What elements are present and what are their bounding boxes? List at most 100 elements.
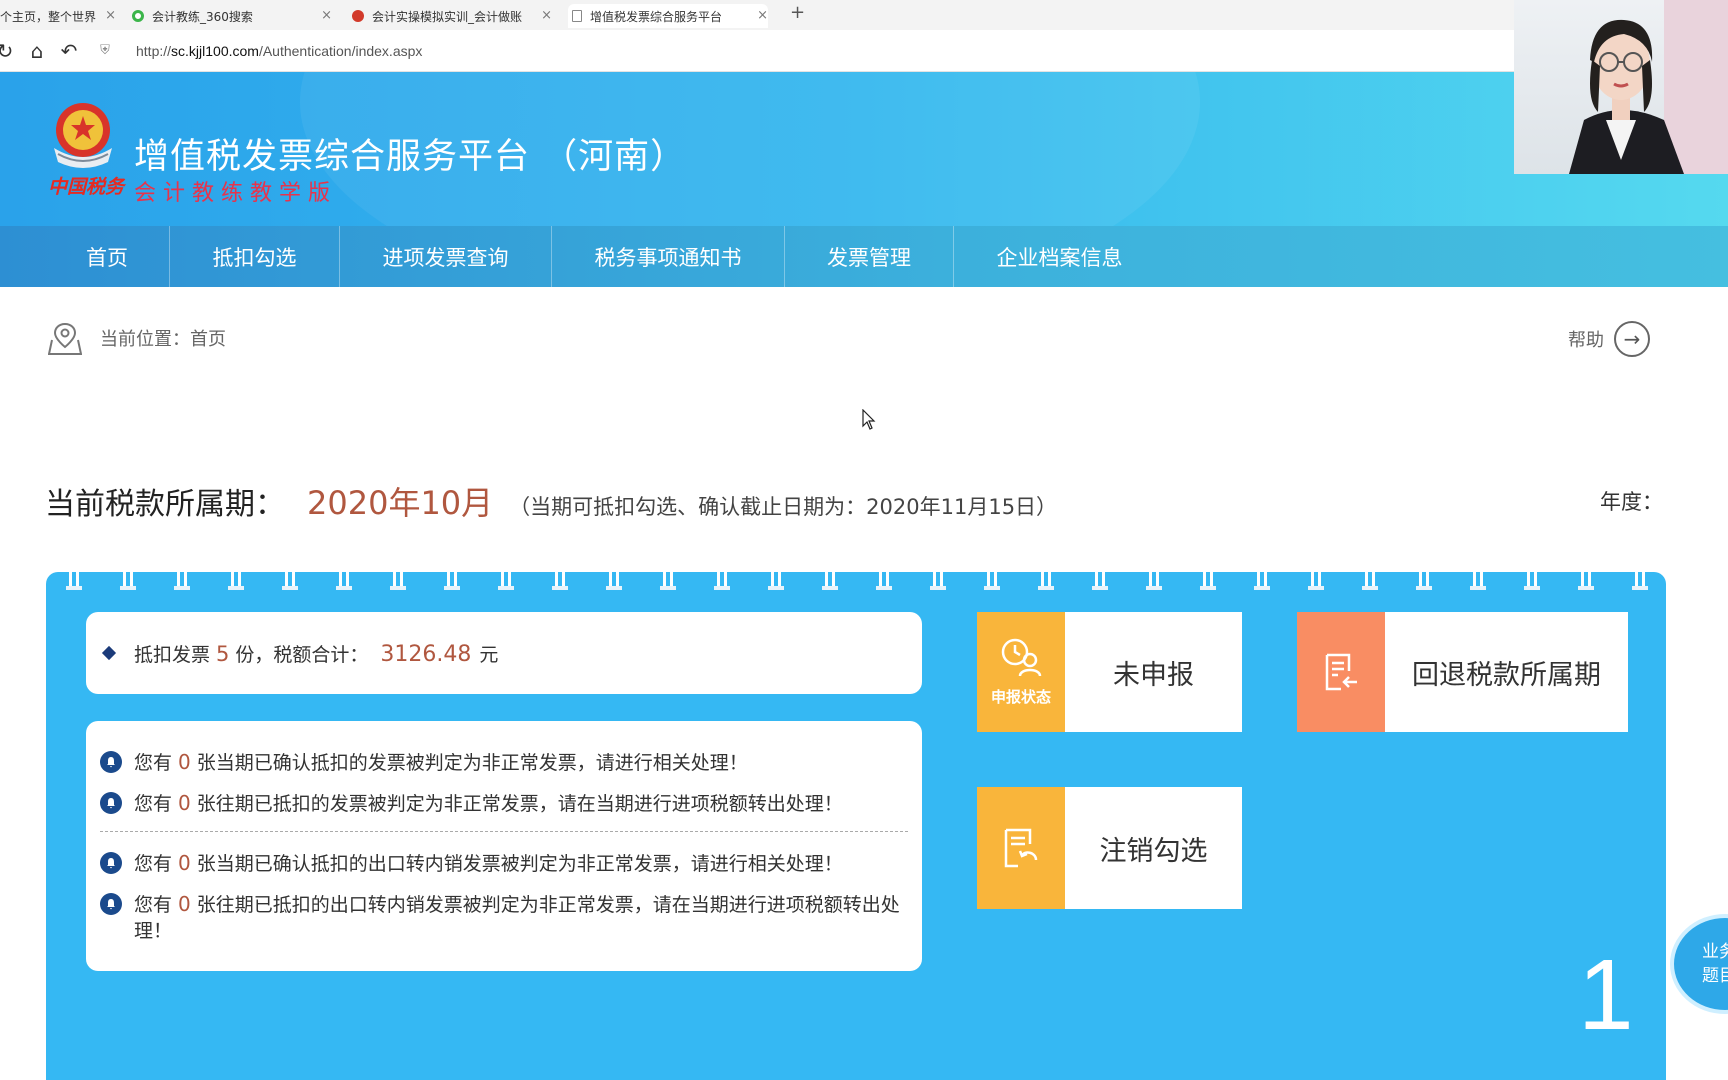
notice-prefix: 您有	[134, 752, 173, 774]
notice-item: 您有 0 张往期已抵扣的出口转内销发票被判定为非正常发票，请在当期进行进项税额转出处…	[100, 891, 908, 944]
user-clock-icon	[1001, 638, 1042, 676]
binder-ring	[444, 572, 460, 590]
binder-ring	[1578, 572, 1594, 590]
close-icon[interactable]: ×	[105, 8, 116, 23]
bell-icon	[100, 893, 122, 915]
close-icon[interactable]: ×	[757, 8, 768, 23]
binder-ring	[1308, 572, 1324, 590]
url-path: /Authentication/index.aspx	[258, 42, 423, 59]
tab-title: 会计教练_360搜索	[152, 9, 253, 24]
tab-title: 增值税发票综合服务平台	[590, 9, 723, 24]
page-icon	[572, 10, 582, 22]
binder-ring	[1524, 572, 1540, 590]
status-side: 申报状态	[977, 612, 1065, 732]
notice-count: 0	[178, 791, 191, 815]
nav-item-invoice-management[interactable]: 发票管理	[785, 226, 954, 287]
document-return-icon	[1325, 653, 1357, 691]
new-tab-icon[interactable]: +	[790, 2, 805, 23]
tax-period: 当前税款所属期： 2020年10月 （当期可抵扣勾选、确认截止日期为：2020年…	[45, 478, 1057, 524]
url-scheme: http://	[136, 42, 172, 59]
browser-tab-active[interactable]: 增值税发票综合服务平台 ×	[568, 4, 768, 28]
declaration-status-tile[interactable]: 申报状态 未申报	[977, 612, 1242, 732]
notice-body: 张往期已抵扣的出口转内销发票被判定为非正常发票，请在当期进行进项税额转出处理！	[134, 894, 900, 942]
bell-icon	[100, 792, 122, 814]
rollback-period-button[interactable]: 回退税款所属期	[1297, 612, 1628, 732]
bell-icon	[100, 751, 122, 773]
cancel-selection-button[interactable]: 注销勾选	[977, 787, 1242, 909]
tab-title: 会计实操模拟实训_会计做账	[372, 9, 523, 24]
nav-item-home[interactable]: 首页	[45, 226, 170, 287]
notice-count: 0	[178, 892, 191, 916]
site-banner: 中国税务 增值税发票综合服务平台 （河南） 会计教练教学版	[0, 72, 1728, 226]
browser-tab[interactable]: 会计教练_360搜索 ×	[132, 4, 332, 28]
close-icon[interactable]: ×	[321, 8, 332, 23]
period-value: 2020年10月	[307, 484, 494, 522]
url-field[interactable]: http://sc.kjjl100.com/Authentication/ind…	[136, 43, 422, 59]
location-map-icon	[48, 322, 82, 355]
notice-count: 0	[178, 851, 191, 875]
security-icon[interactable]: ⛨	[90, 43, 120, 58]
notice-prefix: 您有	[134, 894, 173, 916]
site-icon	[352, 10, 364, 22]
binder-ring	[66, 572, 82, 590]
diamond-bullet-icon	[101, 645, 117, 661]
browser-tab[interactable]: 个主页，整个世界 ×	[0, 4, 116, 28]
nav-item-company-profile[interactable]: 企业档案信息	[954, 226, 1165, 287]
close-icon[interactable]: ×	[541, 8, 552, 23]
logo-text: 中国税务	[48, 176, 125, 198]
notice-count: 0	[178, 750, 191, 774]
360-search-icon	[132, 10, 144, 22]
notice-body: 张当期已确认抵扣的发票被判定为非正常发票，请进行相关处理！	[196, 752, 748, 774]
binder-ring	[390, 572, 406, 590]
binder-ring	[714, 572, 730, 590]
notice-item: 您有 0 张当期已确认抵扣的发票被判定为非正常发票，请进行相关处理！	[100, 749, 908, 776]
summary-unit: 元	[479, 643, 499, 666]
tax-amount: 3126.48	[380, 641, 472, 667]
binder-ring	[930, 572, 946, 590]
binder-ring	[228, 572, 244, 590]
binder-ring	[1200, 572, 1216, 590]
arrow-right-circle-icon: →	[1614, 321, 1650, 357]
main-nav: 首页 抵扣勾选 进项发票查询 税务事项通知书 发票管理 企业档案信息	[0, 226, 1728, 287]
binder-ring	[822, 572, 838, 590]
summary-text: 抵扣发票 5 份，税额合计： 3126.48 元	[134, 640, 498, 667]
rollback-side	[1297, 612, 1385, 732]
rollback-label: 回退税款所属期	[1412, 659, 1601, 691]
notice-body: 张当期已确认抵扣的出口转内销发票被判定为非正常发票，请进行相关处理！	[196, 853, 843, 875]
status-value: 未申报	[1113, 659, 1194, 691]
abnormal-invoice-notices: 您有 0 张当期已确认抵扣的发票被判定为非正常发票，请进行相关处理！ 您有 0 张往期已…	[86, 721, 922, 971]
site-title: 增值税发票综合服务平台 （河南）	[134, 137, 687, 177]
browser-tab[interactable]: 会计实操模拟实训_会计做账 ×	[352, 4, 552, 28]
notice-item: 您有 0 张往期已抵扣的发票被判定为非正常发票，请在当期进行进项税额转出处理！	[100, 790, 908, 817]
address-bar: ↻ ⌂ ↶ ⛨ http://sc.kjjl100.com/Authentica…	[0, 30, 1728, 72]
nav-item-tax-notice[interactable]: 税务事项通知书	[552, 226, 785, 287]
document-undo-icon	[1004, 828, 1038, 868]
tax-emblem-icon	[54, 103, 112, 168]
notice-prefix: 您有	[134, 853, 173, 875]
notice-text: 您有 0 张往期已抵扣的出口转内销发票被判定为非正常发票，请在当期进行进项税额转出处…	[134, 891, 908, 944]
binder-ring	[282, 572, 298, 590]
undo-icon[interactable]: ↶	[58, 39, 80, 63]
float-line-2: 题目	[1702, 966, 1728, 986]
binder-ring	[1146, 572, 1162, 590]
help-button[interactable]: 帮助 →	[1568, 321, 1650, 357]
binder-ring	[498, 572, 514, 590]
float-line-1: 业务	[1702, 942, 1728, 962]
notice-text: 您有 0 张往期已抵扣的发票被判定为非正常发票，请在当期进行进项税额转出处理！	[134, 790, 843, 817]
notice-prefix: 您有	[134, 793, 173, 815]
refresh-icon[interactable]: ↻	[0, 39, 16, 63]
status-caption: 申报状态	[990, 687, 1051, 706]
period-label: 当前税款所属期：	[45, 487, 285, 522]
nav-item-deduction-select[interactable]: 抵扣勾选	[170, 226, 340, 287]
cancel-label: 注销勾选	[1099, 835, 1208, 867]
binder-ring	[552, 572, 568, 590]
binder-ring	[660, 572, 676, 590]
url-host: sc.kjjl100.com	[171, 42, 259, 59]
site-subtitle: 会计教练教学版	[134, 181, 338, 206]
binder-ring	[984, 572, 1000, 590]
binder-ring	[606, 572, 622, 590]
home-icon[interactable]: ⌂	[26, 39, 48, 63]
business-question-button[interactable]: 业务 题目	[1670, 914, 1728, 1014]
binder-ring	[1470, 572, 1486, 590]
nav-item-input-invoice-query[interactable]: 进项发票查询	[340, 226, 552, 287]
